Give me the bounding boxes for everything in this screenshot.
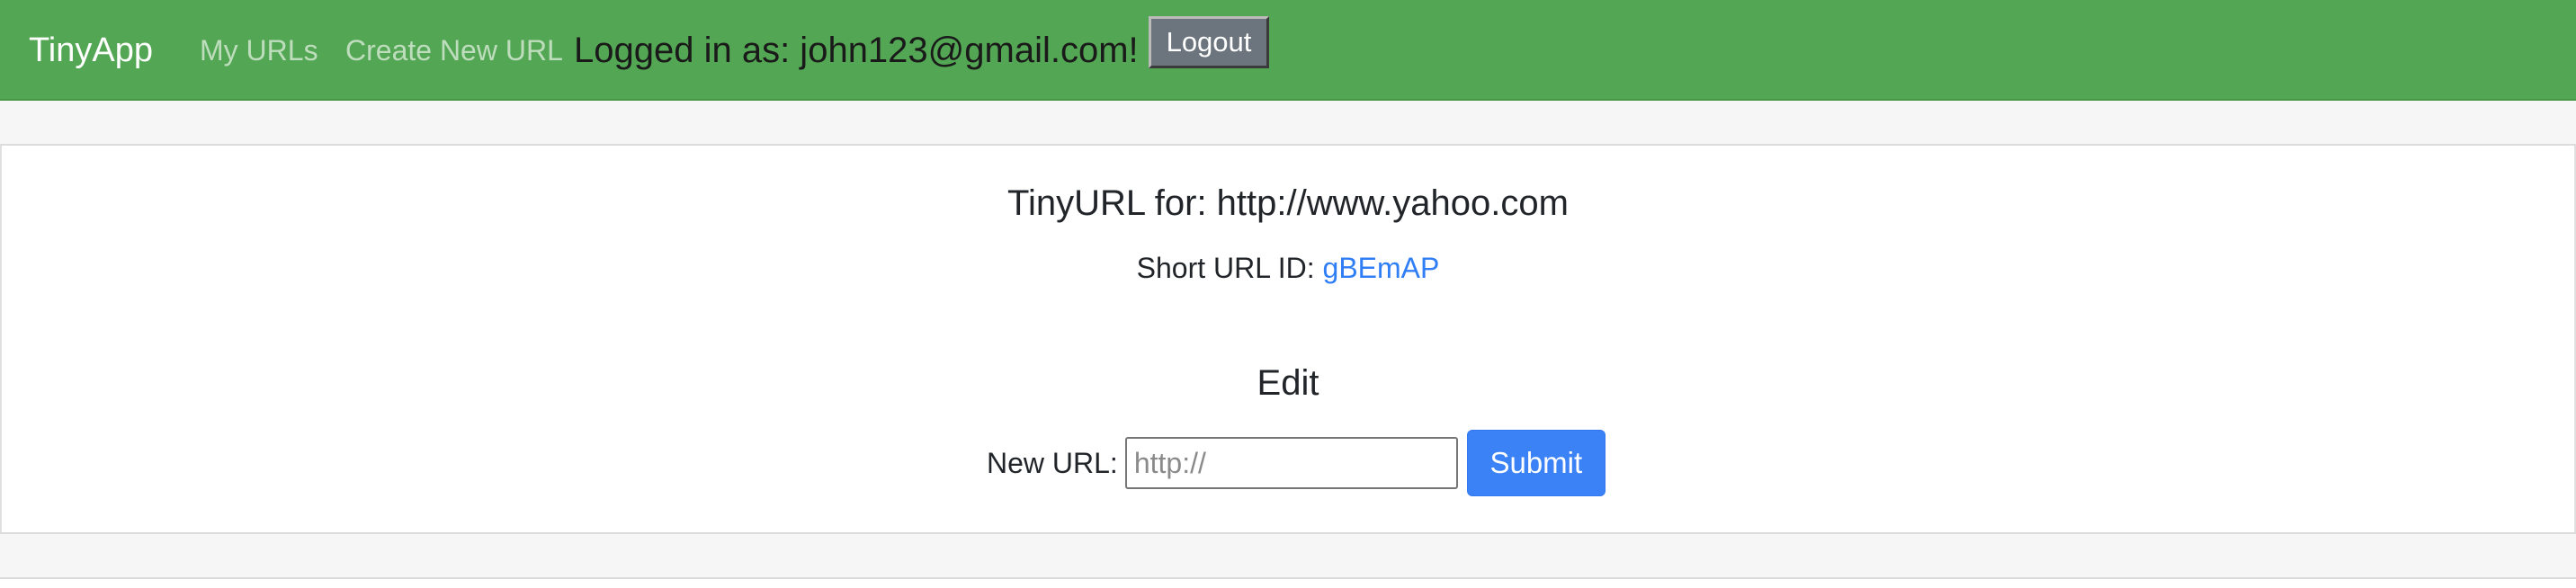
edit-heading: Edit	[1257, 363, 1319, 403]
edit-url-form: New URL: Submit	[987, 430, 1606, 496]
submit-button[interactable]: Submit	[1466, 430, 1606, 496]
logged-in-status: Logged in as: john123@gmail.com!	[574, 31, 1139, 70]
nav-link-my-urls[interactable]: My URLs	[200, 0, 318, 101]
navbar: TinyApp My URLs Create New URL Logged in…	[0, 0, 2576, 101]
new-url-label: New URL:	[987, 446, 1118, 479]
page-title: TinyURL for: http://www.yahoo.com	[1007, 183, 1569, 223]
logout-button[interactable]: Logout	[1149, 16, 1269, 68]
short-url-label: Short URL ID:	[1136, 252, 1323, 284]
short-url-id-link[interactable]: gBEmAP	[1323, 252, 1440, 284]
brand-link[interactable]: TinyApp	[29, 0, 153, 101]
card-header	[0, 101, 2576, 146]
new-url-input[interactable]	[1124, 437, 1458, 489]
nav-link-create-new-url[interactable]: Create New URL	[345, 0, 563, 101]
card-footer	[0, 532, 2576, 579]
short-url-line: Short URL ID: gBEmAP	[0, 252, 2576, 285]
